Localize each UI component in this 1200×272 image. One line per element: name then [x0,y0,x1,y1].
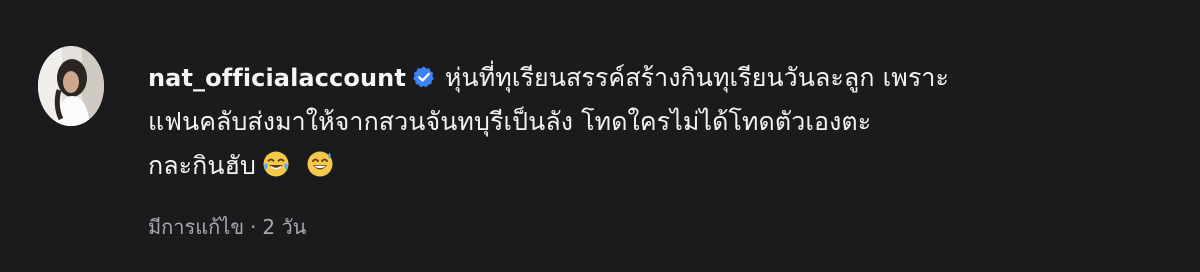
comment-time[interactable]: 2 วัน [262,215,306,239]
separator: · [250,215,257,239]
comment-text-line-1: หุ่นที่ทุเรียนสรรค์สร้างกินทุเรียนวันละล… [444,63,950,92]
avatar[interactable] [38,46,104,126]
grinning-face-with-sweat-icon [306,148,334,177]
avatar-image [38,46,104,126]
comment-text-line-2: แฟนคลับส่งมาให้จากสวนจันทบุรีเป็นลัง โทด… [148,107,872,136]
comment-meta: มีการแก้ไข · 2 วัน [148,214,1168,240]
face-with-tears-of-joy-icon [262,148,290,177]
comment-line-1: nat_officialaccount หุ่นที่ทุเรียนสรรค์สร… [148,56,1168,100]
comment-body: nat_officialaccount หุ่นที่ทุเรียนสรรค์สร… [148,56,1168,240]
verified-badge-icon [412,59,436,88]
comment: nat_officialaccount หุ่นที่ทุเรียนสรรค์สร… [38,46,1168,240]
comment-text-line-3: กละกินฮับ [148,151,256,180]
edited-label: มีการแก้ไข [148,215,244,239]
comment-line-2: แฟนคลับส่งมาให้จากสวนจันทบุรีเป็นลัง โทด… [148,100,1168,144]
username[interactable]: nat_officialaccount [148,64,406,92]
comment-line-3: กละกินฮับ [148,144,1168,188]
